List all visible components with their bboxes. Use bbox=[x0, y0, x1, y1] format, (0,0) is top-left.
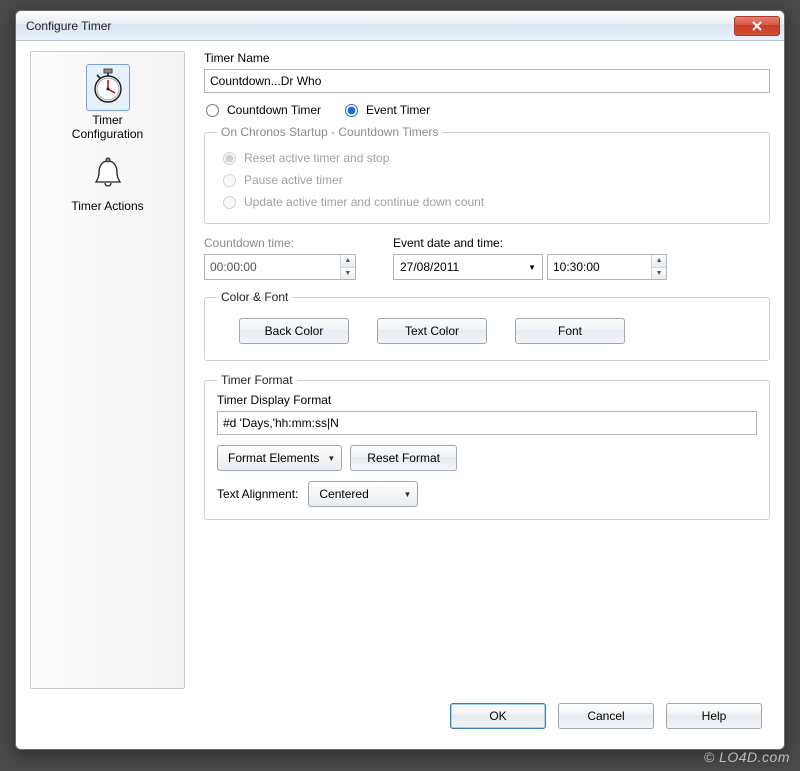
radio-event-timer[interactable]: Event Timer bbox=[345, 103, 430, 117]
sidebar-item-timer-configuration[interactable]: TimerConfiguration bbox=[31, 60, 184, 150]
sidebar: TimerConfiguration Timer Actions bbox=[30, 51, 185, 689]
event-date-picker[interactable]: 27/08/2011 ▼ bbox=[393, 254, 543, 280]
cancel-button[interactable]: Cancel bbox=[558, 703, 654, 729]
dropdown-arrow-icon: ▼ bbox=[528, 263, 536, 272]
watermark: © LO4D.com bbox=[704, 749, 790, 765]
radio-reset-active: Reset active timer and stop bbox=[223, 151, 757, 165]
bell-icon bbox=[91, 157, 125, 191]
countdown-time-input: ▲ ▼ bbox=[204, 254, 356, 280]
timer-format-legend: Timer Format bbox=[217, 373, 297, 387]
radio-pause-active: Pause active timer bbox=[223, 173, 757, 187]
ok-button[interactable]: OK bbox=[450, 703, 546, 729]
spinner-buttons: ▲ ▼ bbox=[340, 255, 355, 279]
help-button[interactable]: Help bbox=[666, 703, 762, 729]
dropdown-arrow-icon: ▼ bbox=[327, 454, 335, 463]
stopwatch-icon bbox=[90, 68, 126, 104]
timer-type-radios: Countdown Timer Event Timer bbox=[206, 103, 770, 117]
event-datetime-label: Event date and time: bbox=[393, 236, 770, 250]
text-color-button[interactable]: Text Color bbox=[377, 318, 487, 344]
sidebar-item-label: Timer Actions bbox=[31, 199, 184, 213]
sidebar-item-label: TimerConfiguration bbox=[31, 113, 184, 142]
timer-name-input[interactable] bbox=[204, 69, 770, 93]
spin-up-icon: ▲ bbox=[341, 255, 355, 268]
timer-display-format-input[interactable] bbox=[217, 411, 757, 435]
titlebar[interactable]: Configure Timer bbox=[16, 11, 784, 41]
text-alignment-label: Text Alignment: bbox=[217, 487, 298, 501]
event-time-input[interactable]: ▲ ▼ bbox=[547, 254, 667, 280]
countdown-time-label: Countdown time: bbox=[204, 236, 369, 250]
timer-format-group: Timer Format Timer Display Format Format… bbox=[204, 373, 770, 520]
configure-timer-dialog: Configure Timer bbox=[15, 10, 785, 750]
text-alignment-dropdown[interactable]: Centered ▼ bbox=[308, 481, 418, 507]
radio-countdown-timer[interactable]: Countdown Timer bbox=[206, 103, 321, 117]
color-font-group: Color & Font Back Color Text Color Font bbox=[204, 290, 770, 361]
spin-down-icon: ▼ bbox=[341, 268, 355, 280]
color-font-legend: Color & Font bbox=[217, 290, 292, 304]
startup-group: On Chronos Startup - Countdown Timers Re… bbox=[204, 125, 770, 224]
font-button[interactable]: Font bbox=[515, 318, 625, 344]
back-color-button[interactable]: Back Color bbox=[239, 318, 349, 344]
dialog-client: TimerConfiguration Timer Actions Timer N… bbox=[16, 41, 784, 749]
dialog-buttons: OK Cancel Help bbox=[450, 703, 762, 729]
reset-format-button[interactable]: Reset Format bbox=[350, 445, 457, 471]
window-title: Configure Timer bbox=[26, 19, 734, 33]
radio-update-active: Update active timer and continue down co… bbox=[223, 195, 757, 209]
sidebar-item-timer-actions[interactable]: Timer Actions bbox=[31, 150, 184, 221]
spinner-buttons[interactable]: ▲ ▼ bbox=[651, 255, 666, 279]
spin-up-icon[interactable]: ▲ bbox=[652, 255, 666, 268]
main-panel: Timer Name Countdown Timer Event Timer O… bbox=[204, 51, 770, 689]
timer-name-label: Timer Name bbox=[204, 51, 770, 65]
spin-down-icon[interactable]: ▼ bbox=[652, 268, 666, 280]
timer-display-format-label: Timer Display Format bbox=[217, 393, 757, 407]
format-elements-dropdown[interactable]: Format Elements ▼ bbox=[217, 445, 342, 471]
dropdown-arrow-icon: ▼ bbox=[403, 490, 411, 499]
close-icon bbox=[751, 21, 763, 31]
startup-group-legend: On Chronos Startup - Countdown Timers bbox=[217, 125, 442, 139]
close-button[interactable] bbox=[734, 16, 780, 36]
